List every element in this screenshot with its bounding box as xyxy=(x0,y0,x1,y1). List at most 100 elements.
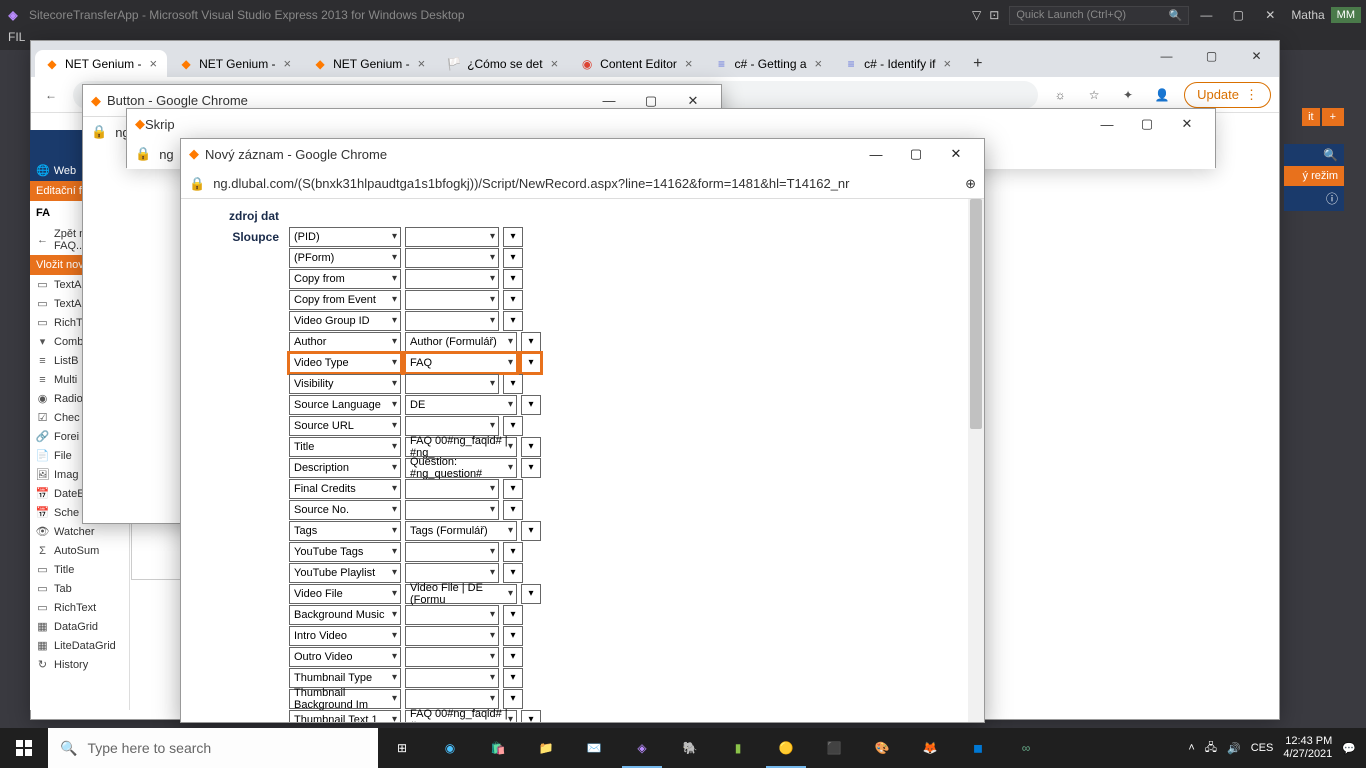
app-icon[interactable]: ∞ xyxy=(1002,728,1050,768)
chrome-update-button[interactable]: Update⋮ xyxy=(1184,82,1271,108)
tray-notifications-icon[interactable]: 💬 xyxy=(1342,742,1356,755)
row-action-button[interactable]: ▾ xyxy=(521,332,541,352)
tab-net-genium-1[interactable]: ◆NET Genium -× xyxy=(35,50,167,77)
tab-close-icon[interactable]: × xyxy=(149,56,157,71)
new-tab-button[interactable]: + xyxy=(963,51,992,77)
profile-icon[interactable]: 👤 xyxy=(1150,83,1174,107)
column-name-select[interactable]: Video File▾ xyxy=(289,584,401,604)
tray-lang[interactable]: CES xyxy=(1251,742,1274,754)
column-value-select[interactable]: FAQ 00#ng_faqid# | #ng_▾ xyxy=(405,710,517,723)
help-icon[interactable]: ⓘ xyxy=(1284,186,1344,211)
plus-button[interactable]: + xyxy=(1322,108,1344,126)
column-value-select[interactable]: ▾ xyxy=(405,563,499,583)
column-value-select[interactable]: ▾ xyxy=(405,311,499,331)
sidebar-item-datagrid[interactable]: ▦DataGrid xyxy=(30,617,129,636)
tab-csharp-1[interactable]: ≡c# - Getting a× xyxy=(704,50,832,77)
edge-icon[interactable]: ◉ xyxy=(426,728,474,768)
row-action-button[interactable]: ▾ xyxy=(503,227,523,247)
column-name-select[interactable]: YouTube Tags▾ xyxy=(289,542,401,562)
it-label[interactable]: it xyxy=(1302,108,1320,126)
sidebar-item-tab[interactable]: ▭Tab xyxy=(30,579,129,598)
outlook-icon[interactable]: ◼ xyxy=(954,728,1002,768)
column-value-select[interactable]: Question: #ng_question#▾ xyxy=(405,458,517,478)
tab-close-icon[interactable]: × xyxy=(418,56,426,71)
maximize-button[interactable]: ▢ xyxy=(1223,5,1253,25)
column-name-select[interactable]: Source URL▾ xyxy=(289,416,401,436)
tab-net-genium-2[interactable]: ◆NET Genium -× xyxy=(169,50,301,77)
scrollbar[interactable] xyxy=(968,199,984,722)
tab-close-icon[interactable]: × xyxy=(685,56,693,71)
rezim-label[interactable]: ý režim xyxy=(1284,166,1344,186)
row-action-button[interactable]: ▾ xyxy=(503,248,523,268)
column-value-select[interactable]: ▾ xyxy=(405,227,499,247)
column-name-select[interactable]: Intro Video▾ xyxy=(289,626,401,646)
tray-chevron-icon[interactable]: ˄ xyxy=(1188,742,1194,754)
chrome-close-button[interactable]: ✕ xyxy=(1234,41,1279,71)
row-action-button[interactable]: ▾ xyxy=(521,710,541,723)
close-button[interactable]: ✕ xyxy=(936,142,976,166)
taskbar-search[interactable]: 🔍 Type here to search xyxy=(48,728,378,768)
row-action-button[interactable]: ▾ xyxy=(503,374,523,394)
tab-csharp-2[interactable]: ≡c# - Identify if× xyxy=(834,50,961,77)
sidebar-item-history[interactable]: ↻History xyxy=(30,655,129,674)
sidebar-item-watcher[interactable]: 👁Watcher xyxy=(30,522,129,541)
column-value-select[interactable]: Author (Formulář)▾ xyxy=(405,332,517,352)
column-name-select[interactable]: (PID)▾ xyxy=(289,227,401,247)
vs-user-badge[interactable]: MM xyxy=(1331,7,1361,23)
column-value-select[interactable]: FAQ 00#ng_faqid# | #ng_▾ xyxy=(405,437,517,457)
minimize-button[interactable]: — xyxy=(1191,5,1221,25)
row-action-button[interactable]: ▾ xyxy=(503,542,523,562)
scrollbar-thumb[interactable] xyxy=(970,199,982,429)
tab-close-icon[interactable]: × xyxy=(284,56,292,71)
column-value-select[interactable]: Video File | DE (Formu▾ xyxy=(405,584,517,604)
column-value-select[interactable]: FAQ▾ xyxy=(405,353,517,373)
start-button[interactable] xyxy=(0,728,48,768)
column-value-select[interactable]: ▾ xyxy=(405,479,499,499)
row-action-button[interactable]: ▾ xyxy=(503,626,523,646)
column-name-select[interactable]: Thumbnail Type▾ xyxy=(289,668,401,688)
row-action-button[interactable]: ▾ xyxy=(503,605,523,625)
row-action-button[interactable]: ▾ xyxy=(503,668,523,688)
min-button[interactable]: — xyxy=(856,142,896,166)
column-name-select[interactable]: Visibility▾ xyxy=(289,374,401,394)
sidebar-item-richtext[interactable]: ▭RichText xyxy=(30,598,129,617)
column-name-select[interactable]: Outro Video▾ xyxy=(289,647,401,667)
chrome-min-button[interactable]: — xyxy=(1144,41,1189,71)
row-action-button[interactable]: ▾ xyxy=(503,563,523,583)
tab-close-icon[interactable]: × xyxy=(815,56,823,71)
column-value-select[interactable]: ▾ xyxy=(405,626,499,646)
chrome-icon[interactable]: 🟡 xyxy=(762,728,810,768)
row-action-button[interactable]: ▾ xyxy=(521,584,541,604)
row-action-button[interactable]: ▾ xyxy=(521,437,541,457)
max-button[interactable]: ▢ xyxy=(896,142,936,166)
row-action-button[interactable]: ▾ xyxy=(503,479,523,499)
column-value-select[interactable]: Tags (Formulář)▾ xyxy=(405,521,517,541)
column-value-select[interactable]: ▾ xyxy=(405,269,499,289)
column-name-select[interactable]: Tags▾ xyxy=(289,521,401,541)
column-value-select[interactable]: ▾ xyxy=(405,605,499,625)
zoom-icon[interactable]: ⊕ xyxy=(965,176,976,192)
tab-content-editor[interactable]: ◉Content Editor× xyxy=(570,50,702,77)
column-name-select[interactable]: Title▾ xyxy=(289,437,401,457)
min-button[interactable]: — xyxy=(1087,112,1127,136)
sidebar-item-autosum[interactable]: ΣAutoSum xyxy=(30,541,129,560)
sidebar-item-litedatagrid[interactable]: ▦LiteDataGrid xyxy=(30,636,129,655)
column-name-select[interactable]: Background Music▾ xyxy=(289,605,401,625)
column-value-select[interactable]: ▾ xyxy=(405,500,499,520)
column-name-select[interactable]: Description▾ xyxy=(289,458,401,478)
firefox-icon[interactable]: 🦊 xyxy=(906,728,954,768)
row-action-button[interactable]: ▾ xyxy=(521,458,541,478)
column-name-select[interactable]: (PForm)▾ xyxy=(289,248,401,268)
sidebar-item-title[interactable]: ▭Title xyxy=(30,560,129,579)
close-button[interactable]: ✕ xyxy=(1167,112,1207,136)
tray-network-icon[interactable]: 🖧 xyxy=(1205,739,1217,758)
visualstudio-icon[interactable]: ◈ xyxy=(618,728,666,768)
bookmark-icon[interactable]: ☆ xyxy=(1082,83,1106,107)
column-name-select[interactable]: Final Credits▾ xyxy=(289,479,401,499)
taskview-icon[interactable]: ⊞ xyxy=(378,728,426,768)
row-action-button[interactable]: ▾ xyxy=(503,647,523,667)
column-value-select[interactable]: ▾ xyxy=(405,689,499,709)
paint-icon[interactable]: 🎨 xyxy=(858,728,906,768)
explorer-icon[interactable]: 📁 xyxy=(522,728,570,768)
mail-icon[interactable]: ✉️ xyxy=(570,728,618,768)
